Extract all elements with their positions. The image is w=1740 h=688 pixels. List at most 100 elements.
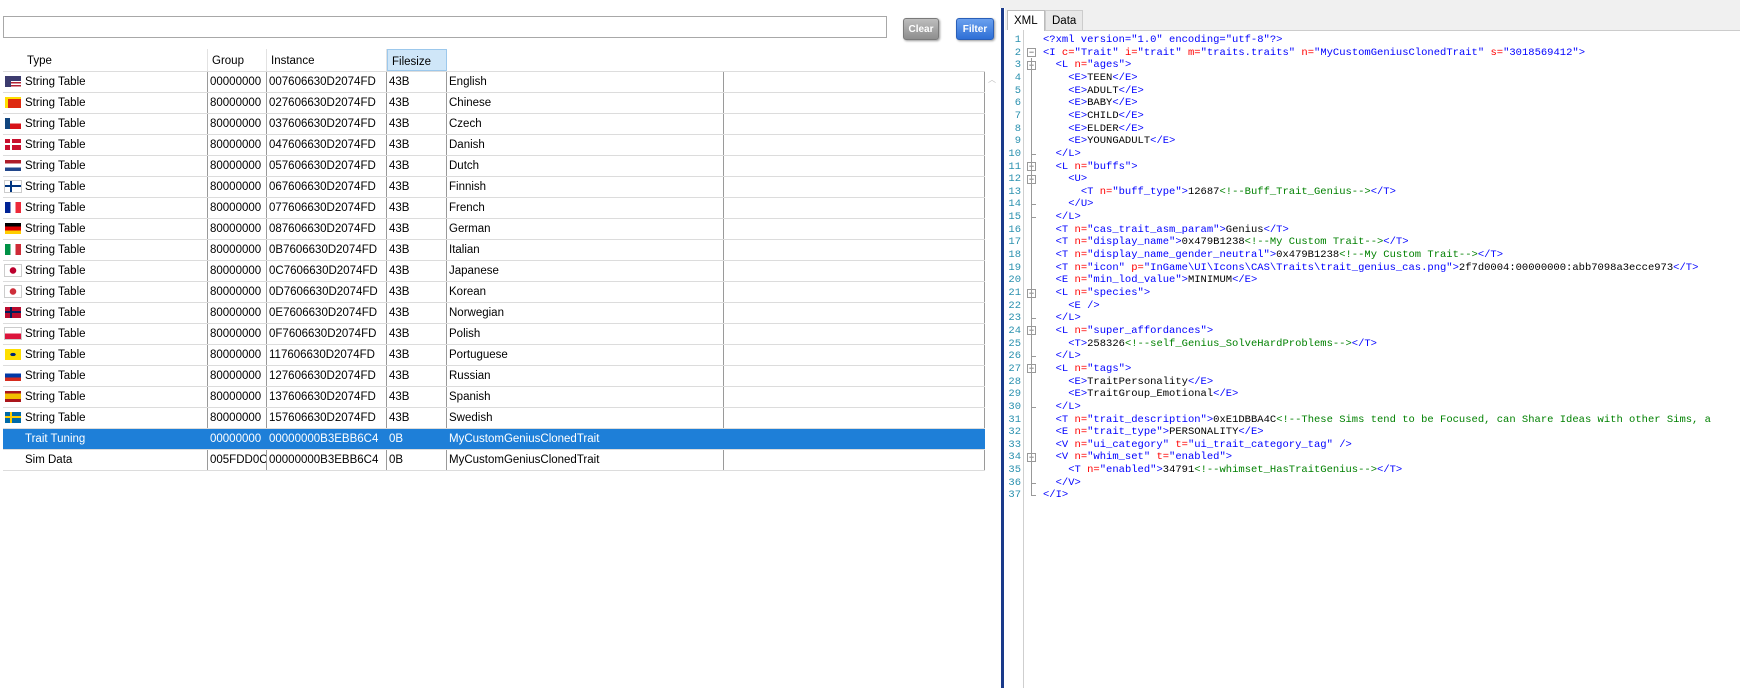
table-row[interactable]: String Table 80000000 0F7606630D2074FD 43B P… — [3, 324, 985, 345]
line-number: 23 — [1008, 312, 1021, 325]
line-number: 37 — [1008, 489, 1021, 502]
table-row[interactable]: String Table 80000000 0B7606630D2074FD 43B I… — [3, 240, 985, 261]
fold-collapse-icon[interactable]: − — [1027, 48, 1036, 58]
code-token: </E> — [1112, 97, 1138, 110]
table-row[interactable]: String Table 80000000 067606630D2074FD 43B F… — [3, 177, 985, 198]
code-token: s= — [1490, 46, 1504, 59]
table-row[interactable]: String Table 80000000 0E7606630D2074FD 43B N… — [3, 303, 985, 324]
fold-end-marker — [1031, 356, 1036, 358]
search-input[interactable] — [3, 16, 887, 38]
cell-type: String Table — [23, 261, 208, 281]
cell-type: String Table — [23, 303, 208, 323]
table-row[interactable]: String Table 80000000 157606630D2074FD 43B S… — [3, 408, 985, 429]
code-line: <T n="enabled">34791<!--whimset_HasTrait… — [1043, 464, 1402, 476]
column-header-group[interactable]: Group — [208, 49, 267, 71]
table-row[interactable]: String Table 80000000 027606630D2074FD 43B C… — [3, 93, 985, 114]
table-row[interactable]: String Table 80000000 137606630D2074FD 43B S… — [3, 387, 985, 408]
flag-se-icon — [5, 412, 21, 423]
code-line: <T n="icon" p="InGame\UI\Icons\CAS\Trait… — [1043, 261, 1699, 274]
cell-type: String Table — [23, 135, 208, 155]
code-token: n= — [1074, 274, 1088, 287]
column-header-type[interactable]: Type — [23, 49, 208, 71]
line-number: 2 — [1014, 46, 1021, 59]
xml-editor[interactable]: 1 2 3 4 5 6 7 8 9 10 11 12 13 14 15 16 17 18 19 20 21 22 23 24 2… — [1005, 30, 1740, 688]
line-number: 11 — [1008, 160, 1021, 173]
code-token: > — [1578, 46, 1585, 59]
tab-data[interactable]: Data — [1045, 10, 1084, 30]
code-line: <E>YOUNGADULT</E> — [1043, 135, 1175, 147]
scrollbar-up-arrow-icon[interactable]: ︿ — [988, 74, 996, 88]
table-row[interactable]: String Table 80000000 047606630D2074FD 43B D… — [3, 135, 985, 156]
code-token: </T> — [1477, 249, 1504, 262]
title-strip — [1000, 0, 1740, 8]
code-line: <L n="tags"> — [1043, 363, 1132, 375]
tab-xml[interactable]: XML — [1007, 10, 1045, 31]
line-number: 29 — [1008, 388, 1021, 401]
line-number: 34 — [1008, 451, 1021, 464]
code-token: "display_name" — [1087, 236, 1176, 249]
table-row[interactable]: Sim Data 005FDD0C 00000000B3EBB6C4 0B MyCust… — [3, 450, 985, 471]
code-token: <T — [1055, 413, 1075, 426]
code-line: <T n="cas_trait_asm_param">Genius</T> — [1043, 224, 1289, 236]
flag-kr-icon — [4, 285, 22, 298]
cell-empty — [724, 450, 985, 470]
line-number: 10 — [1008, 147, 1021, 160]
line-number: 35 — [1008, 464, 1021, 477]
table-row[interactable]: String Table 00000000 007606630D2074FD 43B E… — [3, 72, 985, 93]
pane-splitter[interactable] — [1001, 8, 1004, 688]
code-token: > — [1206, 324, 1214, 337]
code-token: </E> — [1118, 109, 1144, 122]
table-row[interactable]: Trait Tuning 00000000 00000000B3EBB6C4 0B My… — [3, 429, 985, 450]
code-token: <T> — [1068, 337, 1088, 350]
cell-name: Korean — [447, 282, 724, 302]
table-row[interactable]: String Table 80000000 087606630D2074FD 43B G… — [3, 219, 985, 240]
column-header-filesize[interactable]: Filesize — [387, 49, 447, 71]
cell-type: String Table — [23, 177, 208, 197]
table-row[interactable]: String Table 80000000 117606630D2074FD 43B P… — [3, 345, 985, 366]
flag-nl-icon — [5, 160, 21, 171]
table-row[interactable]: String Table 80000000 057606630D2074FD 43B D… — [3, 156, 985, 177]
table-row[interactable]: String Table 80000000 127606630D2074FD 43B R… — [3, 366, 985, 387]
cell-group: 80000000 — [208, 177, 267, 197]
column-header-instance[interactable]: Instance — [267, 49, 387, 71]
code-token: 2f7d0004:00000000:abb7098a3ecce973 — [1458, 261, 1674, 274]
code-token: </E> — [1238, 426, 1264, 439]
code-token: </E> — [1232, 274, 1258, 287]
code-line: </L> — [1043, 211, 1081, 223]
line-number: 32 — [1008, 426, 1021, 439]
cell-empty — [724, 93, 985, 113]
cell-filesize: 43B — [387, 114, 447, 134]
table-row[interactable]: String Table 80000000 0C7606630D2074FD 43B J… — [3, 261, 985, 282]
cell-group: 80000000 — [208, 324, 267, 344]
table-row[interactable]: String Table 80000000 077606630D2074FD 43B F… — [3, 198, 985, 219]
code-token: <E> — [1068, 109, 1088, 122]
cell-empty — [724, 198, 985, 218]
cell-filesize: 43B — [387, 387, 447, 407]
clear-button[interactable]: Clear — [903, 18, 939, 40]
code-token: YOUNGADULT — [1087, 135, 1151, 148]
cell-type: String Table — [23, 282, 208, 302]
filter-button[interactable]: Filter — [956, 18, 994, 40]
code-token: BABY — [1087, 97, 1113, 110]
code-token: c= — [1061, 46, 1075, 59]
table-row[interactable]: String Table 80000000 0D7606630D2074FD 43B K… — [3, 282, 985, 303]
fold-end-marker — [1031, 495, 1036, 497]
cell-empty — [724, 282, 985, 302]
code-token: "cas_trait_asm_param" — [1087, 223, 1220, 236]
code-token: "trait" — [1137, 46, 1188, 59]
flag-es-icon — [5, 391, 21, 402]
code-token: "buffs" — [1087, 160, 1132, 173]
resource-list-pane: Clear Filter Type Group Instance Filesiz… — [0, 0, 1000, 688]
code-token: </E> — [1213, 388, 1239, 401]
cell-filesize: 43B — [387, 261, 447, 281]
cell-group: 80000000 — [208, 93, 267, 113]
table-row[interactable]: String Table 80000000 037606630D2074FD 43B C… — [3, 114, 985, 135]
code-token: <E> — [1068, 375, 1088, 388]
